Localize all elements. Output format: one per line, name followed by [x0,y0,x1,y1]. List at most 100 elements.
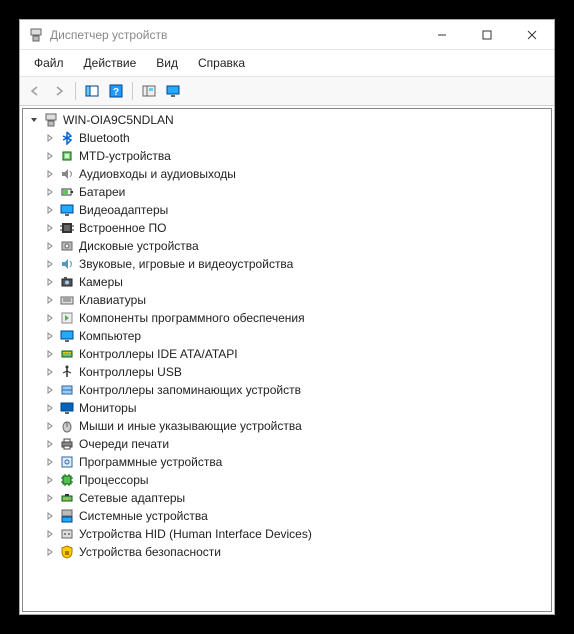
caret-right-icon[interactable] [43,275,57,289]
tree-item[interactable]: Устройства безопасности [23,543,551,561]
help-button[interactable]: ? [105,80,127,102]
tree-item-label: Батареи [79,185,125,199]
tree-item[interactable]: Очереди печати [23,435,551,453]
tree-item[interactable]: Встроенное ПО [23,219,551,237]
svg-text:?: ? [113,87,119,98]
mouse-icon [59,418,75,434]
caret-right-icon[interactable] [43,455,57,469]
tree-item-label: Мониторы [79,401,136,415]
tree-item-label: Bluetooth [79,131,130,145]
tree-item-label: Процессоры [79,473,149,487]
root-label: WIN-OIA9C5NDLAN [63,113,174,127]
caret-right-icon[interactable] [43,221,57,235]
keyboard-icon [59,292,75,308]
tree-item-label: MTD-устройства [79,149,171,163]
tree-item-label: Контроллеры запоминающих устройств [79,383,301,397]
caret-right-icon[interactable] [43,437,57,451]
tree-item-label: Видеоадаптеры [79,203,168,217]
caret-right-icon[interactable] [43,239,57,253]
tree-item-label: Клавиатуры [79,293,146,307]
caret-right-icon[interactable] [43,491,57,505]
tree-item[interactable]: Аудиовходы и аудиовыходы [23,165,551,183]
caret-right-icon[interactable] [43,311,57,325]
caret-right-icon[interactable] [43,257,57,271]
chip-icon [59,148,75,164]
caret-right-icon[interactable] [43,293,57,307]
tree-item[interactable]: Системные устройства [23,507,551,525]
tree-item[interactable]: Bluetooth [23,129,551,147]
caret-right-icon[interactable] [43,401,57,415]
forward-button[interactable] [48,80,70,102]
device-manager-window: Диспетчер устройств Файл Действие Вид Сп… [19,19,555,615]
back-button[interactable] [24,80,46,102]
caret-right-icon[interactable] [43,509,57,523]
tree-item-label: Мыши и иные указывающие устройства [79,419,302,433]
menu-view[interactable]: Вид [148,54,186,72]
tree-item-label: Контроллеры IDE ATA/ATAPI [79,347,238,361]
tree-item[interactable]: Устройства HID (Human Interface Devices) [23,525,551,543]
caret-right-icon[interactable] [43,545,57,559]
close-button[interactable] [509,20,554,49]
tree-item[interactable]: Клавиатуры [23,291,551,309]
tree-item[interactable]: Мыши и иные указывающие устройства [23,417,551,435]
menubar: Файл Действие Вид Справка [20,50,554,77]
battery-icon [59,184,75,200]
caret-right-icon[interactable] [43,473,57,487]
display-icon [59,202,75,218]
caret-right-icon[interactable] [43,203,57,217]
toolbar: ? [20,77,554,106]
sound-icon [59,256,75,272]
tree-root[interactable]: WIN-OIA9C5NDLAN [23,111,551,129]
system-icon [59,508,75,524]
tree-item[interactable]: Компоненты программного обеспечения [23,309,551,327]
show-hide-tree-button[interactable] [81,80,103,102]
network-icon [59,490,75,506]
caret-right-icon[interactable] [43,383,57,397]
tree-item[interactable]: Сетевые адаптеры [23,489,551,507]
tree-item-label: Контроллеры USB [79,365,182,379]
tree-item[interactable]: MTD-устройства [23,147,551,165]
caret-right-icon[interactable] [43,185,57,199]
menu-help[interactable]: Справка [190,54,253,72]
caret-right-icon[interactable] [43,329,57,343]
caret-right-icon[interactable] [43,527,57,541]
app-icon [28,27,44,43]
tree-item[interactable]: Батареи [23,183,551,201]
device-tree[interactable]: WIN-OIA9C5NDLAN Bluetooth MTD-устройства А… [22,108,552,612]
tree-item[interactable]: Программные устройства [23,453,551,471]
tree-item[interactable]: Звуковые, игровые и видеоустройства [23,255,551,273]
monitor-button[interactable] [162,80,184,102]
minimize-button[interactable] [419,20,464,49]
caret-down-icon[interactable] [27,113,41,127]
tree-item[interactable]: Дисковые устройства [23,237,551,255]
tree-item[interactable]: Компьютер [23,327,551,345]
caret-right-icon[interactable] [43,419,57,433]
tree-item-label: Системные устройства [79,509,208,523]
tree-item[interactable]: Контроллеры USB [23,363,551,381]
caret-right-icon[interactable] [43,365,57,379]
tree-item-label: Программные устройства [79,455,222,469]
window-title: Диспетчер устройств [50,28,419,42]
computer-icon [43,112,59,128]
tree-item-label: Аудиовходы и аудиовыходы [79,167,236,181]
audio-icon [59,166,75,182]
printer-icon [59,436,75,452]
caret-right-icon[interactable] [43,347,57,361]
tree-item[interactable]: Мониторы [23,399,551,417]
titlebar: Диспетчер устройств [20,20,554,50]
tree-item[interactable]: Контроллеры IDE ATA/ATAPI [23,345,551,363]
menu-file[interactable]: Файл [26,54,72,72]
tree-item[interactable]: Видеоадаптеры [23,201,551,219]
caret-right-icon[interactable] [43,131,57,145]
tree-item[interactable]: Контроллеры запоминающих устройств [23,381,551,399]
maximize-button[interactable] [464,20,509,49]
caret-right-icon[interactable] [43,167,57,181]
scan-hardware-button[interactable] [138,80,160,102]
toolbar-separator [132,82,133,100]
tree-item-label: Компоненты программного обеспечения [79,311,305,325]
firmware-icon [59,220,75,236]
tree-item[interactable]: Камеры [23,273,551,291]
menu-action[interactable]: Действие [76,54,145,72]
tree-item[interactable]: Процессоры [23,471,551,489]
caret-right-icon[interactable] [43,149,57,163]
